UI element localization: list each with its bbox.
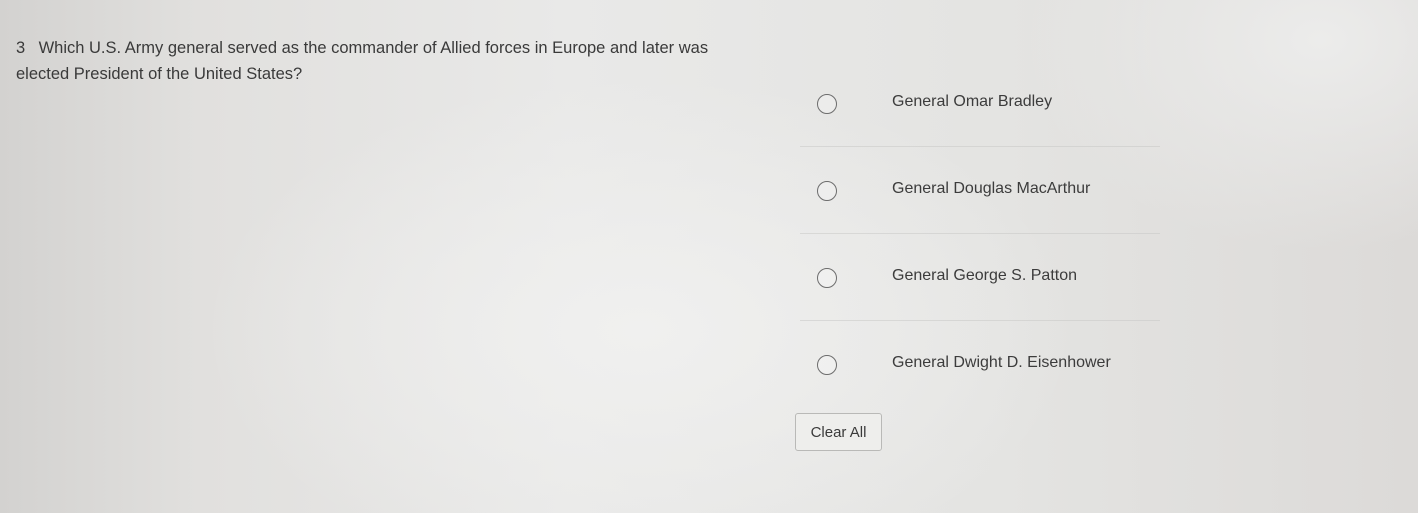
question-number: 3 xyxy=(16,39,26,57)
radio-button[interactable] xyxy=(817,181,837,201)
answer-option-macarthur[interactable]: General Douglas MacArthur xyxy=(800,147,1160,234)
radio-button[interactable] xyxy=(817,94,837,114)
answer-option-bradley[interactable]: General Omar Bradley xyxy=(800,60,1160,147)
answer-option-label: General Omar Bradley xyxy=(892,93,1053,110)
radio-button[interactable] xyxy=(817,355,837,375)
answer-option-patton[interactable]: General George S. Patton xyxy=(800,234,1160,321)
answer-option-label: General George S. Patton xyxy=(892,267,1077,284)
answer-option-label: General Douglas MacArthur xyxy=(892,180,1091,197)
answer-options: General Omar Bradley General Douglas Mac… xyxy=(800,60,1160,407)
answer-option-label: General Dwight D. Eisenhower xyxy=(892,354,1111,371)
radio-button[interactable] xyxy=(817,268,837,288)
clear-all-button[interactable]: Clear All xyxy=(795,413,882,451)
question-text: Which U.S. Army general served as the co… xyxy=(16,39,709,83)
question-prompt: 3 Which U.S. Army general served as the … xyxy=(16,35,736,87)
answer-option-eisenhower[interactable]: General Dwight D. Eisenhower xyxy=(800,321,1160,407)
